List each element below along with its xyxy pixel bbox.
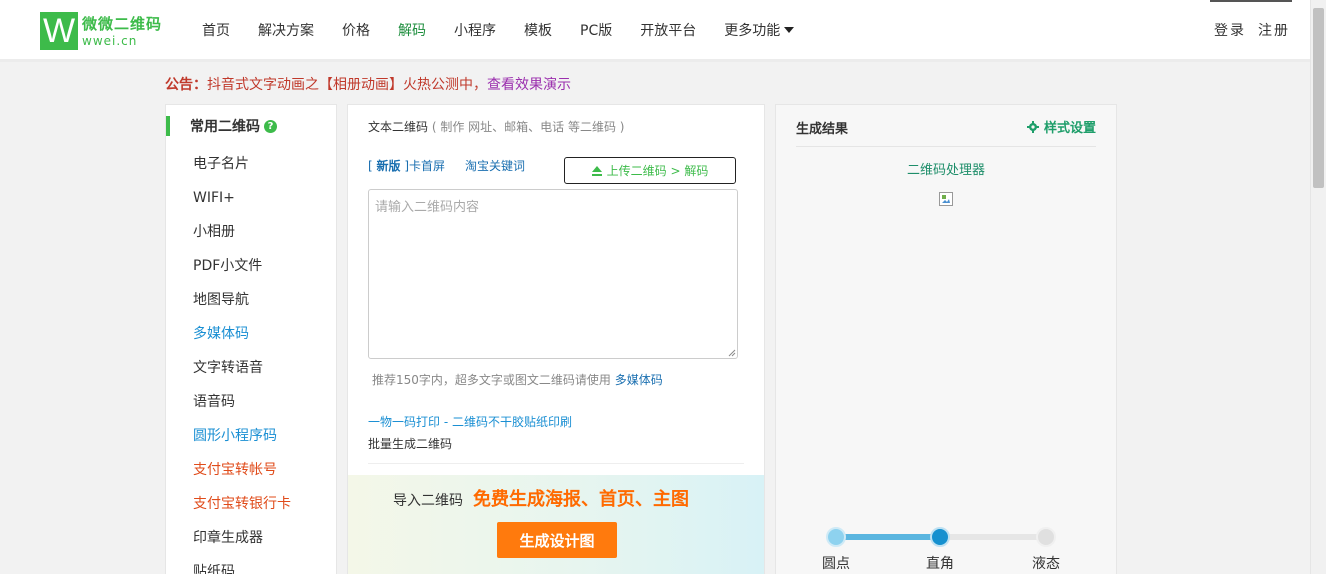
- nav-more-label: 更多功能: [724, 23, 781, 39]
- style-settings-link[interactable]: 样式设置: [1026, 117, 1096, 136]
- dot-style-slider[interactable]: [826, 527, 1058, 547]
- promo-highlight-text: 免费生成海报、首页、主图: [473, 489, 689, 510]
- tab-new-card-screen[interactable]: [ 新版 ]卡首屏: [368, 157, 445, 174]
- qr-content-input[interactable]: [368, 189, 738, 359]
- logo-domain: wwei.cn: [82, 34, 138, 48]
- tab-bracket: [: [368, 159, 377, 173]
- sidebar-item-round-mini-code[interactable]: 圆形小程序码: [166, 419, 336, 453]
- sidebar-item-pdf[interactable]: PDF小文件: [166, 249, 336, 283]
- announcement-link[interactable]: 查看效果演示: [487, 77, 571, 93]
- slider-stop-square[interactable]: [930, 527, 950, 547]
- help-icon[interactable]: ?: [264, 119, 277, 133]
- style-settings-label: 样式设置: [1043, 121, 1096, 136]
- register-link[interactable]: 注册: [1258, 20, 1290, 40]
- resize-grip-icon[interactable]: [728, 349, 736, 357]
- auth-links: 登录 注册: [1202, 0, 1290, 60]
- nav-home[interactable]: 首页: [202, 20, 230, 40]
- upload-icon: [591, 165, 602, 176]
- caret-down-icon: [784, 27, 795, 33]
- result-panel: 生成结果 样式设置 二维码处理器 圆点 直角 液态: [775, 104, 1117, 574]
- slider-label-dot: 圆点: [822, 556, 850, 572]
- left-sidebar: 常用二维码 ? 电子名片 WIFI+ 小相册 PDF小文件 地图导航 多媒体码 …: [165, 104, 337, 574]
- tab-new-rest: ]卡首屏: [400, 159, 446, 173]
- gear-icon: [1026, 120, 1039, 133]
- announcement-text: 抖音式文字动画之【相册动画】火热公测中，: [207, 77, 487, 93]
- tab-taobao-keyword[interactable]: 淘宝关键词: [465, 157, 525, 174]
- result-title: 生成结果: [796, 122, 849, 137]
- sidebar-heading-label: 常用二维码: [190, 119, 260, 135]
- top-header: W 微微二维码 wwei.cn 首页 解决方案 价格 解码 小程序 模板 PC版…: [0, 0, 1310, 62]
- sidebar-item-multimedia[interactable]: 多媒体码: [166, 317, 336, 351]
- print-sticker-link[interactable]: 一物一码打印 - 二维码不干胶贴纸印刷: [368, 413, 572, 430]
- sidebar-item-wifi[interactable]: WIFI+: [166, 181, 336, 215]
- sidebar-item-alipay-account[interactable]: 支付宝转帐号: [166, 453, 336, 487]
- main-nav: 首页 解决方案 价格 解码 小程序 模板 PC版 开放平台 更多功能: [188, 0, 808, 60]
- announcement-label: 公告：: [165, 77, 207, 93]
- generate-design-button[interactable]: 生成设计图: [497, 522, 617, 558]
- editor-panel: 文本二维码 ( 制作 网址、邮箱、电话 等二维码 ) [ 新版 ]卡首屏 淘宝关…: [347, 104, 765, 574]
- nav-open-platform[interactable]: 开放平台: [640, 20, 696, 40]
- upload-decode-label: 上传二维码 > 解码: [606, 164, 709, 178]
- result-divider: [796, 146, 1096, 147]
- divider: [368, 463, 744, 464]
- announcement: 公告：抖音式文字动画之【相册动画】火热公测中，查看效果演示: [165, 74, 571, 94]
- slider-label-square: 直角: [926, 556, 954, 572]
- nav-templates[interactable]: 模板: [524, 20, 552, 40]
- length-hint: 推荐150字内，超多文字或图文二维码请使用 多媒体码: [372, 371, 663, 388]
- upload-decode-button[interactable]: 上传二维码 > 解码: [564, 157, 736, 184]
- nav-pricing[interactable]: 价格: [342, 20, 370, 40]
- batch-generate-link[interactable]: 批量生成二维码: [368, 435, 452, 452]
- sidebar-item-seal[interactable]: 印章生成器: [166, 521, 336, 555]
- page-scrollbar[interactable]: [1310, 0, 1326, 574]
- promo-import-text: 导入二维码: [393, 493, 463, 509]
- login-link[interactable]: 登录: [1214, 20, 1246, 40]
- poster-promo-banner: 导入二维码 免费生成海报、首页、主图 生成设计图: [348, 475, 764, 574]
- sidebar-heading: 常用二维码 ?: [166, 105, 336, 147]
- editor-tabs: [ 新版 ]卡首屏 淘宝关键词: [368, 157, 525, 174]
- editor-title: 文本二维码 ( 制作 网址、邮箱、电话 等二维码 ): [368, 118, 624, 135]
- nav-more[interactable]: 更多功能: [724, 20, 795, 40]
- scrollbar-thumb[interactable]: [1313, 8, 1324, 188]
- promo-headline: 导入二维码 免费生成海报、首页、主图: [393, 485, 689, 511]
- slider-stop-liquid[interactable]: [1036, 527, 1056, 547]
- sidebar-item-map[interactable]: 地图导航: [166, 283, 336, 317]
- slider-track-fill: [836, 534, 942, 540]
- sidebar-item-text-to-speech[interactable]: 文字转语音: [166, 351, 336, 385]
- logo-mark: W: [40, 12, 78, 50]
- slider-label-liquid: 液态: [1032, 556, 1060, 572]
- length-hint-text: 推荐150字内，超多文字或图文二维码请使用: [372, 373, 611, 387]
- nav-decode[interactable]: 解码: [398, 20, 426, 40]
- sidebar-item-business-card[interactable]: 电子名片: [166, 147, 336, 181]
- sidebar-item-sticker[interactable]: 贴纸码: [166, 555, 336, 574]
- broken-image-icon: [939, 192, 953, 206]
- editor-subtitle: ( 制作 网址、邮箱、电话 等二维码 ): [431, 120, 625, 134]
- sidebar-item-alipay-bank[interactable]: 支付宝转银行卡: [166, 487, 336, 521]
- logo-name: 微微二维码: [82, 15, 163, 33]
- editor-title-label: 文本二维码: [368, 120, 429, 134]
- slider-stop-dot[interactable]: [826, 527, 846, 547]
- tab-new-badge: 新版: [376, 159, 401, 173]
- nav-pc-version[interactable]: PC版: [580, 20, 612, 40]
- site-logo[interactable]: W 微微二维码 wwei.cn: [40, 12, 162, 50]
- qr-processor-link[interactable]: 二维码处理器: [776, 159, 1116, 178]
- nav-mini-program[interactable]: 小程序: [454, 20, 496, 40]
- sidebar-item-voice-code[interactable]: 语音码: [166, 385, 336, 419]
- sidebar-item-album[interactable]: 小相册: [166, 215, 336, 249]
- nav-solutions[interactable]: 解决方案: [258, 20, 314, 40]
- multimedia-link[interactable]: 多媒体码: [615, 373, 663, 387]
